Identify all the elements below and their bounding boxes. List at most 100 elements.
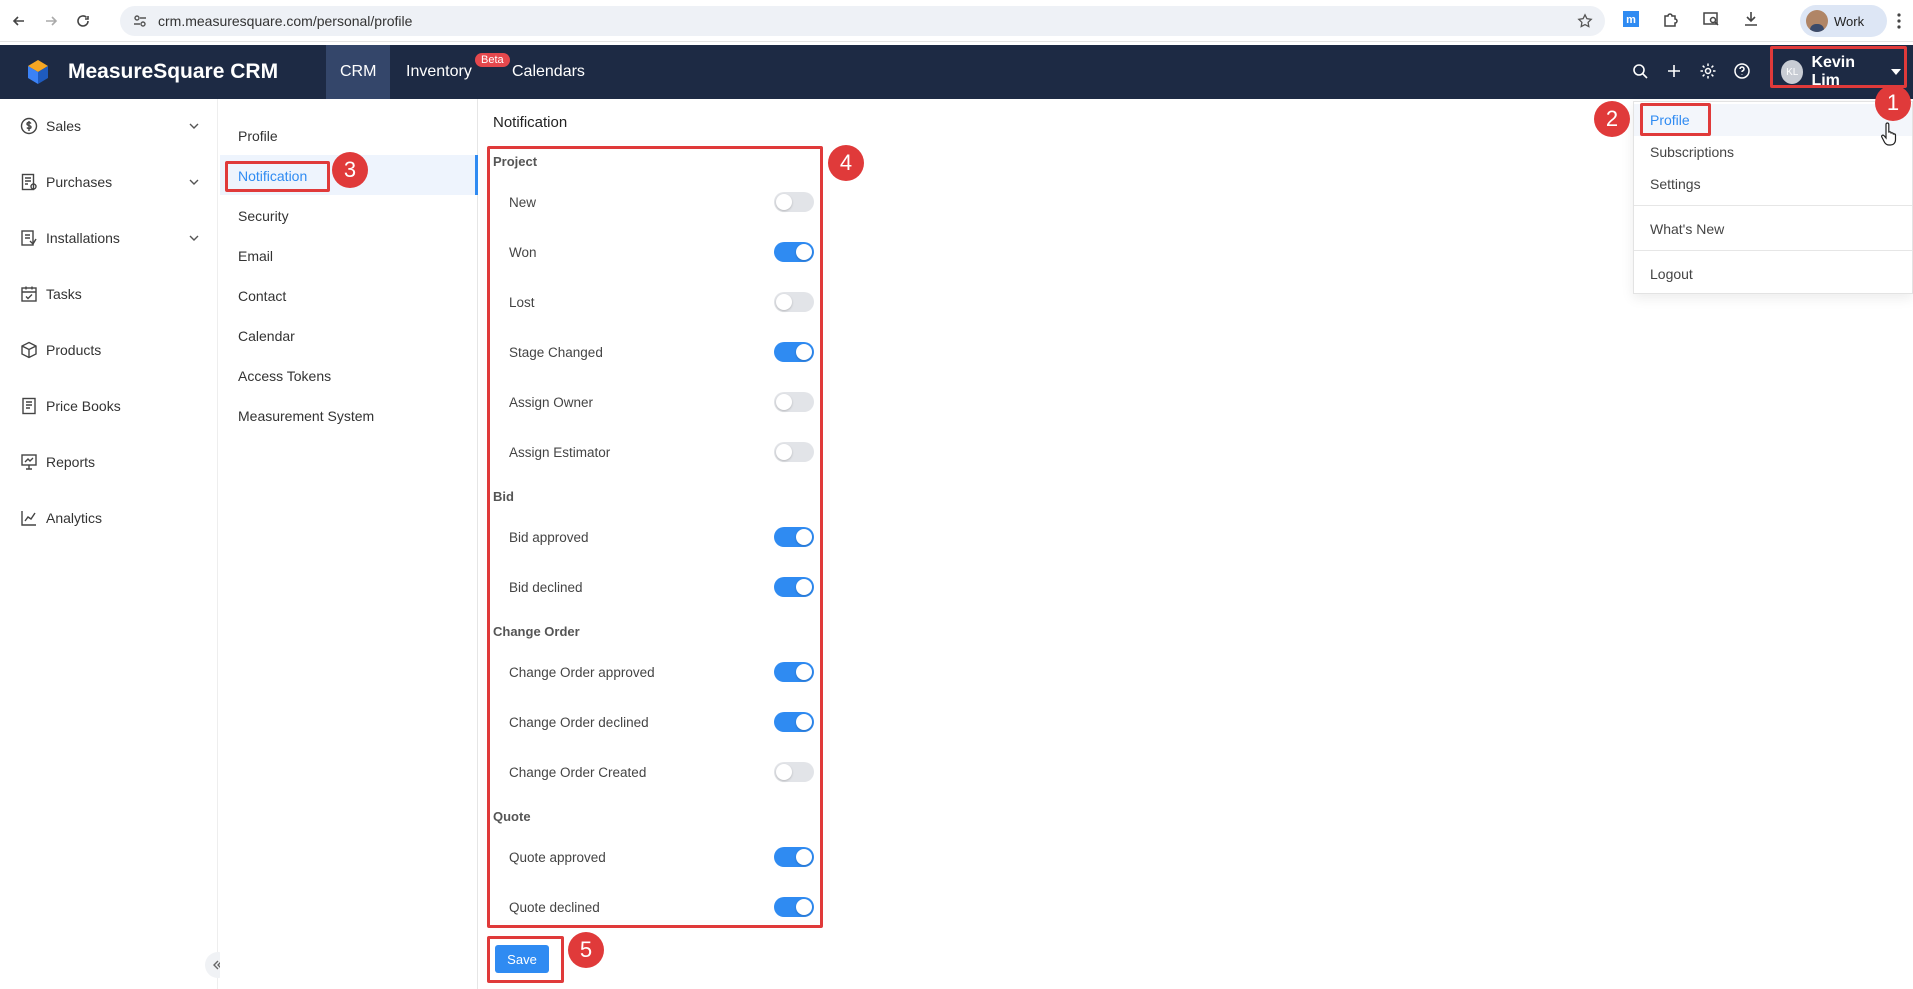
sidebar-item-analytics[interactable]: Analytics xyxy=(20,503,200,533)
profile-settings-menu: Profile Notification Security Email Cont… xyxy=(220,99,478,989)
back-icon[interactable] xyxy=(6,8,32,34)
chevron-down-icon xyxy=(189,179,199,185)
toggle-switch[interactable] xyxy=(774,442,814,462)
menu-item-logout[interactable]: Logout xyxy=(1650,262,1693,286)
toggle-switch[interactable] xyxy=(774,577,814,597)
toggle-switch[interactable] xyxy=(774,527,814,547)
toggle-switch[interactable] xyxy=(774,242,814,262)
help-icon[interactable] xyxy=(1732,61,1752,81)
notification-row-quote-approved: Quote approved xyxy=(509,842,814,872)
bookmark-star-icon[interactable] xyxy=(1577,13,1593,29)
submenu-item-notification[interactable]: Notification xyxy=(238,161,307,191)
measuresquare-extension-icon[interactable]: m xyxy=(1620,8,1642,30)
menu-divider xyxy=(1634,205,1912,206)
annotation-badge-4: 4 xyxy=(828,145,864,181)
sidebar-item-products[interactable]: Products xyxy=(20,335,200,365)
toggle-switch[interactable] xyxy=(774,712,814,732)
menu-divider xyxy=(1634,250,1912,251)
annotation-badge-1: 1 xyxy=(1875,85,1911,121)
user-dropdown-menu: Profile Subscriptions Settings What's Ne… xyxy=(1633,101,1913,294)
group-label-quote: Quote xyxy=(493,809,531,824)
hand-cursor-icon xyxy=(1881,122,1897,146)
toggle-switch[interactable] xyxy=(774,292,814,312)
submenu-item-email[interactable]: Email xyxy=(238,241,273,271)
measuresquare-logo-icon xyxy=(28,60,48,84)
menu-item-subscriptions[interactable]: Subscriptions xyxy=(1650,140,1734,164)
forward-icon[interactable] xyxy=(38,8,64,34)
address-bar[interactable]: crm.measuresquare.com/personal/profile xyxy=(120,6,1605,36)
submenu-item-calendar[interactable]: Calendar xyxy=(238,321,295,351)
submenu-item-measurement-system[interactable]: Measurement System xyxy=(238,401,374,431)
profile-avatar xyxy=(1806,10,1828,32)
submenu-item-security[interactable]: Security xyxy=(238,201,289,231)
toggle-switch[interactable] xyxy=(774,342,814,362)
browser-toolbar: crm.measuresquare.com/personal/profile m… xyxy=(0,0,1913,42)
avatar: KL xyxy=(1781,60,1804,84)
notification-row-quote-declined: Quote declined xyxy=(509,892,814,922)
notification-row-change-order-created: Change Order Created xyxy=(509,757,814,787)
receipt-icon xyxy=(21,173,37,191)
save-button[interactable]: Save xyxy=(495,945,549,973)
svg-text:m: m xyxy=(1626,14,1636,26)
url-text: crm.measuresquare.com/personal/profile xyxy=(158,13,413,29)
tab-crm[interactable]: CRM xyxy=(326,45,391,99)
user-name: Kevin Lim xyxy=(1811,54,1856,89)
user-menu-button[interactable]: KL Kevin Lim xyxy=(1777,54,1901,90)
dollar-circle-icon xyxy=(20,117,38,135)
annotation-badge-5: 5 xyxy=(568,932,604,968)
reload-icon[interactable] xyxy=(70,8,96,34)
group-label-change-order: Change Order xyxy=(493,624,580,639)
group-label-project: Project xyxy=(493,154,538,169)
sidebar-item-sales[interactable]: Sales xyxy=(20,111,200,141)
annotation-badge-2: 2 xyxy=(1594,101,1630,137)
sidebar-item-price-books[interactable]: Price Books xyxy=(20,391,200,421)
box-icon xyxy=(21,341,37,359)
annotation-badge-3: 3 xyxy=(332,152,368,188)
submenu-item-profile[interactable]: Profile xyxy=(238,121,278,151)
gear-icon[interactable] xyxy=(1698,61,1718,81)
notification-row-assign-estimator: Assign Estimator xyxy=(509,437,814,467)
brand-name: MeasureSquare CRM xyxy=(68,60,279,83)
sidebar-item-installations[interactable]: Installations xyxy=(20,223,200,253)
toggle-switch[interactable] xyxy=(774,847,814,867)
download-icon[interactable] xyxy=(1740,8,1762,30)
sidebar-item-purchases[interactable]: Purchases xyxy=(20,167,200,197)
presentation-icon xyxy=(21,454,37,470)
toggle-switch[interactable] xyxy=(774,762,814,782)
caret-down-icon xyxy=(1891,69,1901,75)
submenu-item-access-tokens[interactable]: Access Tokens xyxy=(238,361,331,391)
search-icon[interactable] xyxy=(1630,61,1650,81)
browser-profile-chip[interactable]: Work xyxy=(1800,5,1887,37)
sidebar-item-tasks[interactable]: Tasks xyxy=(20,279,200,309)
notification-row-new: New xyxy=(509,187,814,217)
menu-item-whats-new[interactable]: What's New xyxy=(1650,217,1724,241)
chevron-down-icon xyxy=(189,123,199,129)
tab-search-icon[interactable] xyxy=(1700,8,1722,30)
extensions-puzzle-icon[interactable] xyxy=(1660,8,1682,30)
notification-row-lost: Lost xyxy=(509,287,814,317)
chevron-down-icon xyxy=(189,235,199,241)
submenu-item-contact[interactable]: Contact xyxy=(238,281,286,311)
toggle-switch[interactable] xyxy=(774,662,814,682)
book-icon xyxy=(22,397,36,415)
notification-row-assign-owner: Assign Owner xyxy=(509,387,814,417)
site-settings-icon[interactable] xyxy=(132,13,148,29)
notification-row-stage-changed: Stage Changed xyxy=(509,337,814,367)
menu-item-settings[interactable]: Settings xyxy=(1650,172,1701,196)
group-label-bid: Bid xyxy=(493,489,514,504)
toggle-switch[interactable] xyxy=(774,392,814,412)
toggle-switch[interactable] xyxy=(774,192,814,212)
notification-row-change-order-declined: Change Order declined xyxy=(509,707,814,737)
sidebar-item-reports[interactable]: Reports xyxy=(20,447,200,477)
profile-label: Work xyxy=(1834,13,1865,29)
calendar-check-icon xyxy=(21,286,37,302)
browser-menu-icon[interactable] xyxy=(1892,12,1906,30)
tab-inventory[interactable]: Inventory xyxy=(392,45,486,99)
add-icon[interactable] xyxy=(1664,61,1684,81)
notification-row-bid-approved: Bid approved xyxy=(509,522,814,552)
toggle-switch[interactable] xyxy=(774,897,814,917)
page-title: Notification xyxy=(493,114,568,131)
notification-row-won: Won xyxy=(509,237,814,267)
menu-item-profile[interactable]: Profile xyxy=(1650,108,1690,132)
tab-calendars[interactable]: Calendars xyxy=(498,45,599,99)
